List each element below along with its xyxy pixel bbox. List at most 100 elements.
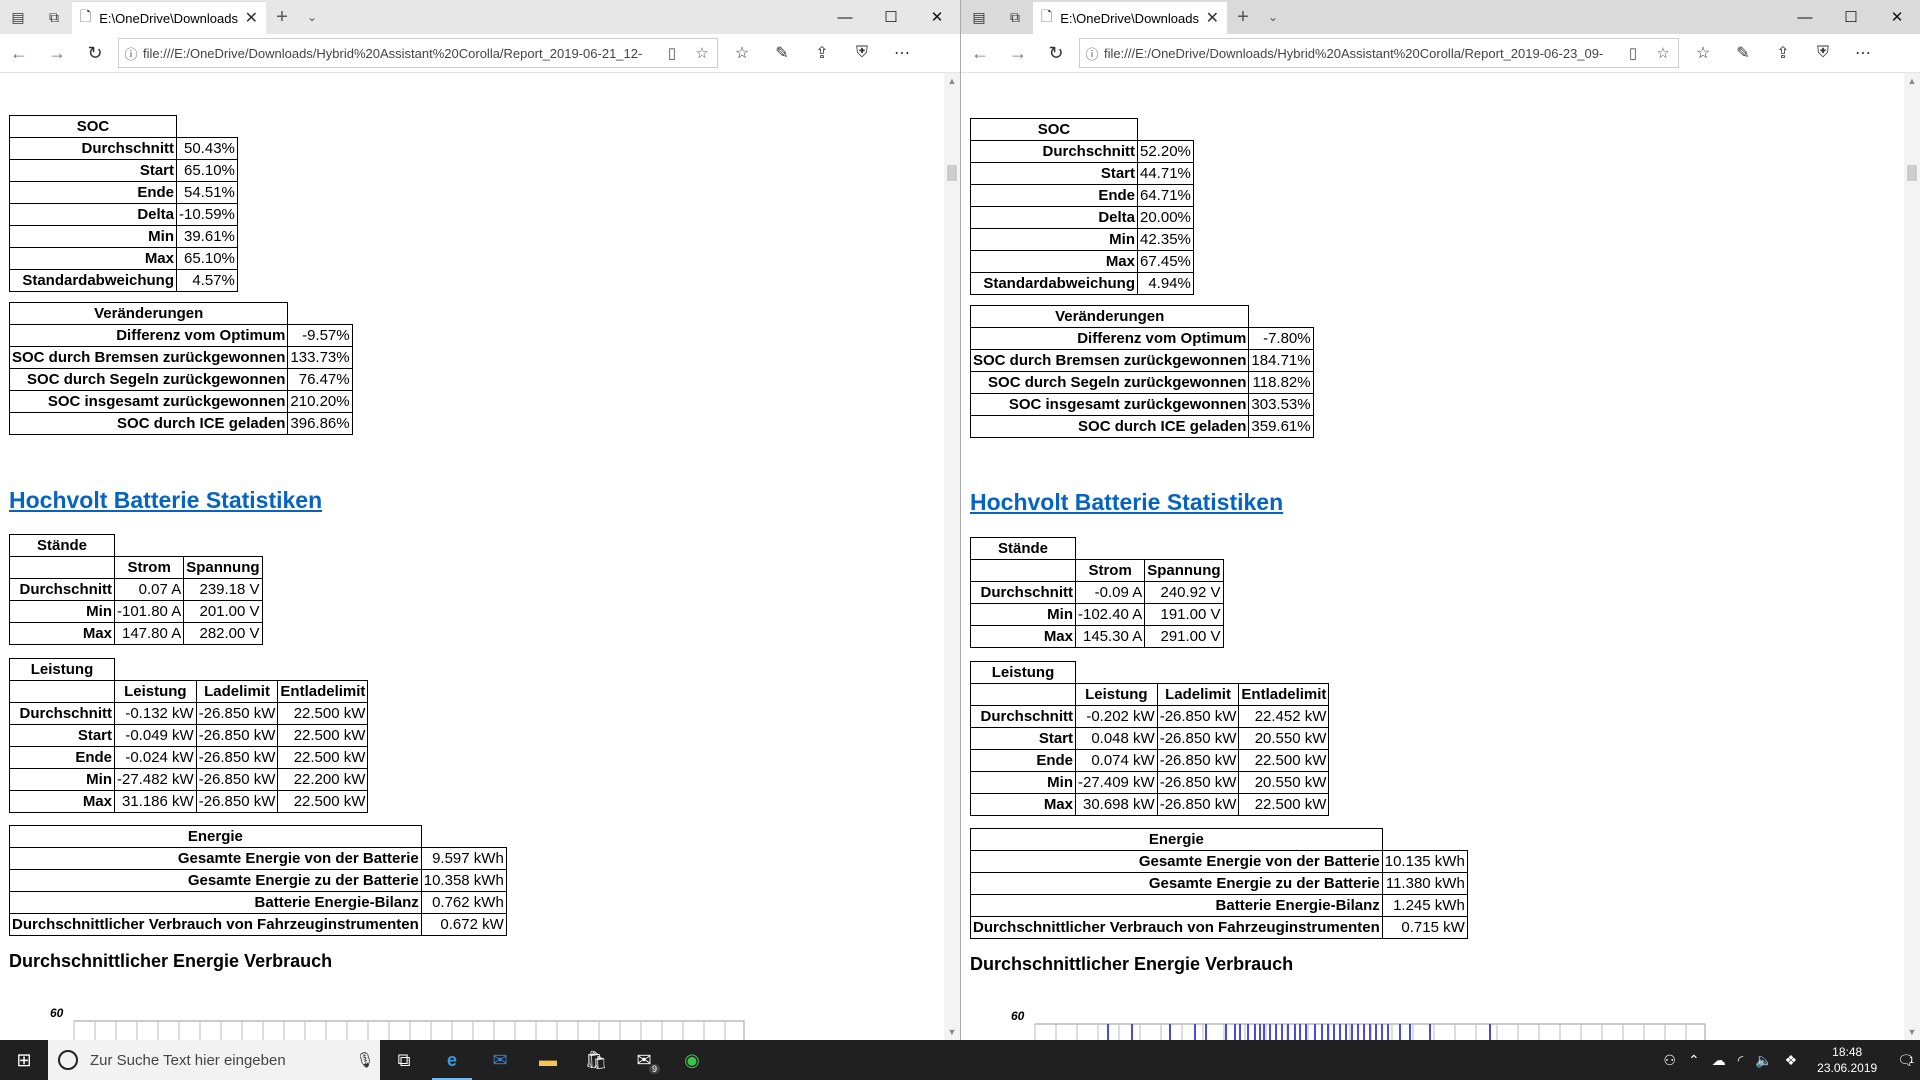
back-button[interactable]: ← xyxy=(0,34,38,72)
reading-view-icon[interactable]: ▯ xyxy=(657,44,687,62)
energie-table: Energie Gesamte Energie von der Batterie… xyxy=(9,825,507,936)
set-aside-tabs-icon[interactable]: ⧉ xyxy=(997,0,1033,34)
tab-report[interactable]: 🗋 E:\OneDrive\Downloads ✕ xyxy=(72,1,266,34)
maximize-button[interactable]: ☐ xyxy=(1828,0,1874,34)
navigation-bar: ← → ↻ ⓘ file:///E:/OneDrive/Downloads/Hy… xyxy=(961,34,1920,73)
notifications-icon[interactable]: 🗨 1 xyxy=(1891,1040,1920,1080)
scroll-thumb[interactable] xyxy=(947,165,957,181)
table-row: Delta 20.00% xyxy=(970,206,1194,229)
table-row: Min -101.80 A 201.00 V xyxy=(9,600,263,623)
table-row: Delta -10.59% xyxy=(9,203,238,226)
pen-icon[interactable]: ✎ xyxy=(762,34,802,72)
share-icon[interactable]: ⇪ xyxy=(802,34,842,72)
table-row: SOC durch Bremsen zurückgewonnen 184.71% xyxy=(969,349,1314,372)
table-row: SOC durch Segeln zurückgewonnen 76.47% xyxy=(8,368,353,391)
back-button[interactable]: ← xyxy=(961,34,999,72)
whatsapp-icon[interactable]: ◉ xyxy=(668,1040,716,1080)
address-bar[interactable]: ⓘ file:///E:/OneDrive/Downloads/Hybrid%2… xyxy=(118,38,718,68)
close-tab-icon[interactable]: ✕ xyxy=(245,8,258,28)
scroll-up-arrow[interactable]: ▲ xyxy=(944,73,960,89)
clock[interactable]: 18:48 23.06.2019 xyxy=(1803,1040,1891,1080)
close-window-button[interactable]: ✕ xyxy=(1874,0,1920,34)
minimize-button[interactable]: — xyxy=(822,0,868,34)
share-icon[interactable]: ⇪ xyxy=(1763,34,1803,72)
more-icon[interactable]: ⋯ xyxy=(1843,34,1883,72)
table-row: Min -102.40 A 191.00 V xyxy=(970,603,1224,626)
address-url[interactable]: file:///E:/OneDrive/Downloads/Hybrid%20A… xyxy=(143,46,657,61)
scroll-thumb[interactable] xyxy=(1907,165,1917,181)
refresh-button[interactable]: ↻ xyxy=(1037,34,1075,72)
vertical-scrollbar[interactable]: ▲ ▼ xyxy=(944,73,960,1040)
people-icon[interactable]: ⚇ xyxy=(1657,1040,1682,1080)
shield-icon[interactable]: ⛨ xyxy=(1803,34,1843,72)
chart-axis-label: 60 xyxy=(1011,1009,1025,1023)
info-icon[interactable]: ⓘ xyxy=(119,44,143,63)
table-row: Start -0.049 kW -26.850 kW 22.500 kW xyxy=(9,724,369,747)
favorites-icon[interactable]: ☆ xyxy=(722,34,762,72)
volume-icon[interactable]: 🔈 xyxy=(1749,1040,1778,1080)
browser-window-right: ▤ ⧉ 🗋 E:\OneDrive\Downloads ✕ + ⌄ — ☐ ✕ … xyxy=(961,0,1920,1040)
favorite-star-icon[interactable]: ☆ xyxy=(1648,44,1678,62)
scroll-down-arrow[interactable]: ▼ xyxy=(944,1024,960,1040)
tab-actions-icon[interactable]: ▤ xyxy=(961,0,997,34)
table-row: Max 30.698 kW -26.850 kW 22.500 kW xyxy=(970,793,1330,816)
chart-grid xyxy=(73,1020,745,1040)
tab-preview-chevron-icon[interactable]: ⌄ xyxy=(298,0,326,34)
pen-icon[interactable]: ✎ xyxy=(1723,34,1763,72)
refresh-button[interactable]: ↻ xyxy=(76,34,114,72)
tab-report[interactable]: 🗋 E:\OneDrive\Downloads ✕ xyxy=(1033,1,1227,34)
new-tab-button[interactable]: + xyxy=(1227,0,1259,34)
table-row: Max 145.30 A 291.00 V xyxy=(970,625,1224,648)
favorite-star-icon[interactable]: ☆ xyxy=(687,44,717,62)
minimize-button[interactable]: — xyxy=(1782,0,1828,34)
table-row: Durchschnitt 50.43% xyxy=(9,137,238,160)
close-window-button[interactable]: ✕ xyxy=(914,0,960,34)
show-hidden-icons-chevron-icon[interactable]: ⌃ xyxy=(1682,1040,1706,1080)
taskbar-search-box[interactable]: Zur Suche Text hier eingeben 🎙 xyxy=(48,1040,380,1080)
vertical-scrollbar[interactable]: ▲ ▼ xyxy=(1904,73,1920,1040)
task-view-icon[interactable]: ⧉ xyxy=(380,1040,428,1080)
close-tab-icon[interactable]: ✕ xyxy=(1206,8,1219,28)
favorites-icon[interactable]: ☆ xyxy=(1683,34,1723,72)
outlook-icon[interactable]: ✉ xyxy=(476,1040,524,1080)
edge-browser-icon[interactable]: e xyxy=(428,1040,476,1080)
table-row: Max 31.186 kW -26.850 kW 22.500 kW xyxy=(9,790,369,813)
address-url[interactable]: file:///E:/OneDrive/Downloads/Hybrid%20A… xyxy=(1104,46,1618,61)
tab-actions-icon[interactable]: ▤ xyxy=(0,0,36,34)
maximize-button[interactable]: ☐ xyxy=(868,0,914,34)
tab-title: E:\OneDrive\Downloads xyxy=(1060,10,1199,26)
set-aside-tabs-icon[interactable]: ⧉ xyxy=(36,0,72,34)
wifi-icon[interactable]: ◜ xyxy=(1732,1040,1749,1080)
windows-start-icon[interactable]: ⊞ xyxy=(0,1040,48,1080)
table-row: Max 147.80 A 282.00 V xyxy=(9,622,263,645)
forward-button[interactable]: → xyxy=(999,34,1037,72)
scroll-down-arrow[interactable]: ▼ xyxy=(1904,1024,1920,1040)
page-content: SOC Durchschnitt 50.43% Start 65.10% Ende 5… xyxy=(0,73,944,1040)
scroll-up-arrow[interactable]: ▲ xyxy=(1904,73,1920,89)
store-icon[interactable]: 🛍 xyxy=(572,1040,620,1080)
microphone-icon[interactable]: 🎙 xyxy=(350,1051,380,1069)
page-content: SOC Durchschnitt 52.20% Start 44.71% Ende 6… xyxy=(961,73,1904,1040)
table-row: Start 0.048 kW -26.850 kW 20.550 kW xyxy=(970,727,1330,750)
onedrive-cloud-icon[interactable]: ☁ xyxy=(1706,1040,1732,1080)
hv-battery-stats-link[interactable]: Hochvolt Batterie Statistiken xyxy=(970,489,1283,516)
mail-icon[interactable]: ✉ 9 xyxy=(620,1040,668,1080)
forward-button[interactable]: → xyxy=(38,34,76,72)
changes-table: Veränderungen Differenz vom Optimum -9.57… xyxy=(8,302,353,435)
table-row: Max 65.10% xyxy=(9,247,238,270)
shield-icon[interactable]: ⛨ xyxy=(842,34,882,72)
hv-battery-stats-link[interactable]: Hochvolt Batterie Statistiken xyxy=(9,487,322,514)
reading-view-icon[interactable]: ▯ xyxy=(1618,44,1648,62)
table-row: Batterie Energie-Bilanz 0.762 kWh xyxy=(9,891,507,914)
table-row: Durchschnitt -0.09 A 240.92 V xyxy=(970,581,1224,604)
more-icon[interactable]: ⋯ xyxy=(882,34,922,72)
tab-preview-chevron-icon[interactable]: ⌄ xyxy=(1259,0,1287,34)
avg-energy-title: Durchschnittlicher Energie Verbrauch xyxy=(9,951,333,971)
address-bar[interactable]: ⓘ file:///E:/OneDrive/Downloads/Hybrid%2… xyxy=(1079,38,1679,68)
file-explorer-icon[interactable]: ▬ xyxy=(524,1040,572,1080)
table-row: Gesamte Energie zu der Batterie 10.358 kW… xyxy=(9,869,507,892)
new-tab-button[interactable]: + xyxy=(266,0,298,34)
info-icon[interactable]: ⓘ xyxy=(1080,44,1104,63)
tab-bar: ▤ ⧉ 🗋 E:\OneDrive\Downloads ✕ + ⌄ — ☐ ✕ xyxy=(961,0,1920,34)
dropbox-icon[interactable]: ❖ xyxy=(1779,1040,1804,1080)
